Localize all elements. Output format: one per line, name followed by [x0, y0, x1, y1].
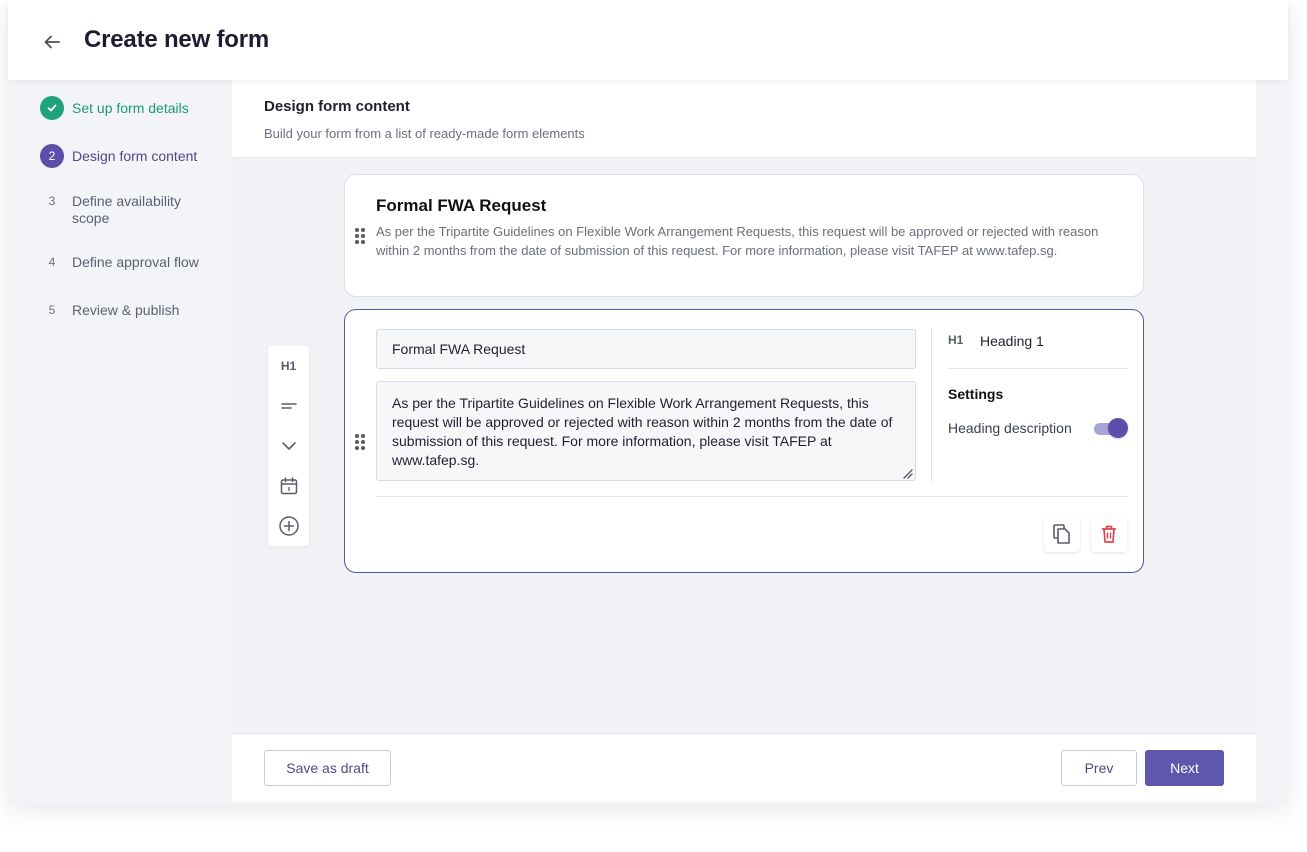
heading-description-textarea[interactable]: As per the Tripartite Guidelines on Flex… [376, 381, 916, 481]
preview-title: Formal FWA Request [376, 196, 547, 215]
element-toolbar: H1 [268, 346, 309, 546]
arrow-left-icon [44, 35, 60, 49]
add-more-button[interactable] [268, 510, 309, 542]
duplicate-button[interactable] [1044, 516, 1080, 552]
footer-bar: Save as draft Prev Next [232, 733, 1256, 801]
step-define-approval-flow[interactable]: 4 Define approval flow [40, 250, 202, 274]
step-number: 5 [48, 302, 56, 317]
settings-title: Settings [948, 386, 1004, 402]
copy-icon [1053, 524, 1070, 544]
stepper-sidebar: Set up form details 2 Design form conten… [8, 80, 232, 804]
toggle-knob [1108, 418, 1128, 438]
next-button[interactable]: Next [1145, 750, 1224, 786]
heading-type-badge: H1 [948, 333, 964, 347]
add-heading-button[interactable]: H1 [268, 350, 309, 382]
section-title: Design form content [264, 98, 410, 115]
delete-button[interactable] [1091, 516, 1127, 552]
calendar-icon [280, 477, 297, 495]
heading-description-toggle[interactable] [1094, 418, 1128, 438]
chevron-down-icon [281, 442, 296, 450]
prev-button[interactable]: Prev [1061, 750, 1137, 786]
step-define-availability-scope[interactable]: 3 Define availability scope [40, 189, 202, 227]
resize-handle-icon[interactable] [901, 467, 913, 479]
heading-title-input[interactable] [376, 329, 916, 369]
drag-handle-icon[interactable] [355, 228, 365, 244]
save-draft-button[interactable]: Save as draft [264, 750, 391, 786]
section-subtitle: Build your form from a list of ready-mad… [264, 126, 585, 141]
heading-icon: H1 [280, 359, 297, 373]
edit-heading-card[interactable]: As per the Tripartite Guidelines on Flex… [344, 309, 1144, 573]
add-date-button[interactable] [268, 470, 309, 502]
step-number: 2 [40, 144, 64, 168]
step-review-publish[interactable]: 5 Review & publish [40, 298, 202, 322]
step-number: 3 [48, 193, 56, 208]
top-bar: Create new form [8, 0, 1288, 80]
divider [931, 328, 932, 482]
divider [376, 496, 1128, 497]
step-label: Design form content [72, 148, 198, 164]
trash-icon [1102, 525, 1116, 543]
step-label: Define approval flow [72, 254, 199, 270]
step-label: Set up form details [72, 100, 189, 116]
text-lines-icon [280, 403, 297, 409]
main-content: Design form content Build your form from… [232, 80, 1256, 801]
plus-circle-icon [278, 516, 299, 536]
drag-handle-icon[interactable] [355, 434, 365, 450]
step-design-form-content[interactable]: 2 Design form content [40, 144, 202, 168]
step-set-up-form-details[interactable]: Set up form details [40, 96, 202, 120]
app-frame: Create new form Set up form details 2 De… [8, 0, 1288, 804]
add-dropdown-button[interactable] [268, 430, 309, 462]
back-button[interactable] [38, 28, 66, 56]
element-type-label: Heading 1 [980, 333, 1044, 349]
check-circle-icon [40, 96, 64, 120]
add-text-button[interactable] [268, 390, 309, 422]
step-label: Define availability scope [72, 193, 181, 226]
page-title: Create new form [84, 26, 270, 53]
preview-description: As per the Tripartite Guidelines on Flex… [376, 224, 1099, 258]
step-label: Review & publish [72, 302, 180, 318]
content-header: Design form content Build your form from… [232, 80, 1256, 158]
divider [948, 368, 1128, 369]
step-number: 4 [48, 254, 56, 269]
toggle-label: Heading description [948, 420, 1072, 436]
preview-heading-card[interactable]: Formal FWA Request As per the Tripartite… [344, 174, 1144, 297]
